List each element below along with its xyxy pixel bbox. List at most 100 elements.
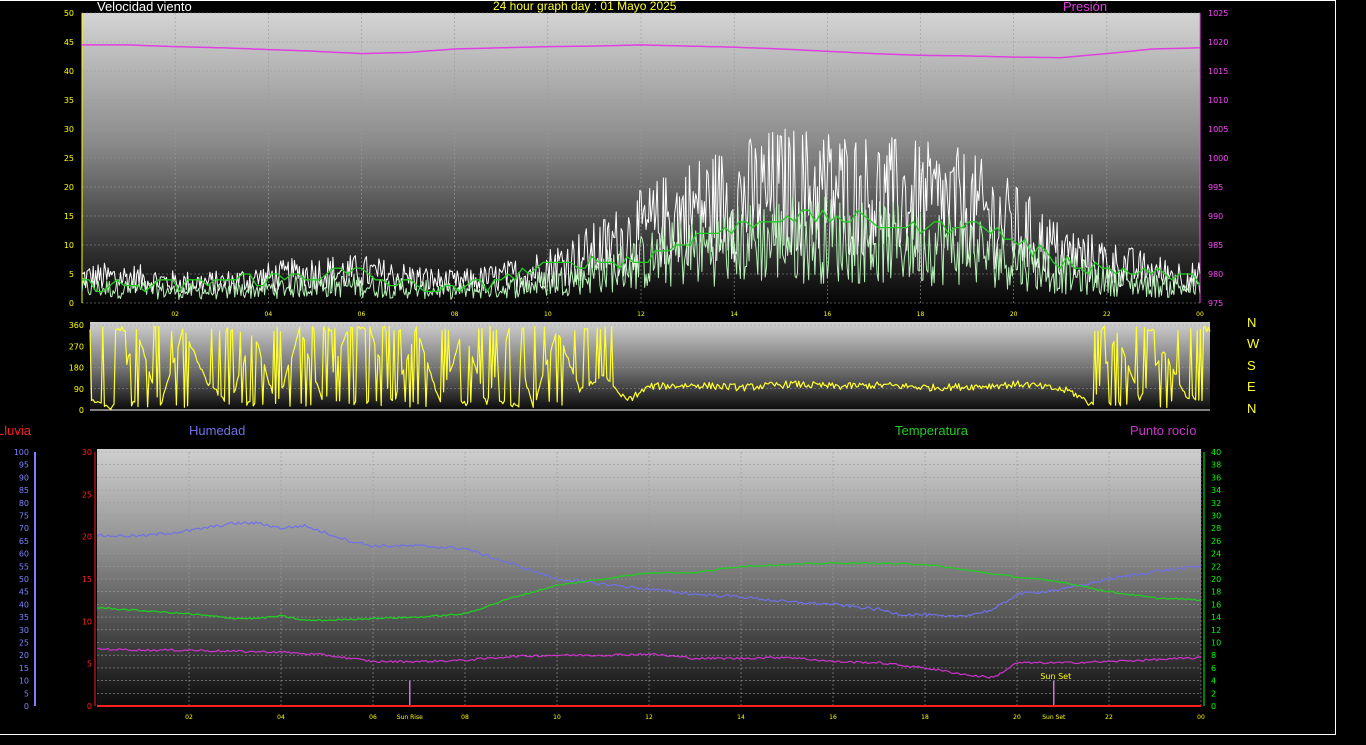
wind-y-tick-label: 5 (69, 270, 74, 279)
pressure-y-tick-label: 985 (1208, 241, 1223, 250)
humidity-y-tick-label: 60 (19, 550, 29, 559)
humidity-y-tick-label: 85 (19, 486, 29, 495)
temperature-y-tick-label: 40 (1211, 448, 1221, 457)
climate-x-tick-label: 00 (1197, 714, 1205, 721)
climate-x-tick-label: 02 (185, 714, 193, 721)
temperature-y-tick-label: 26 (1211, 537, 1221, 546)
direction-y-tick-label: 360 (69, 321, 84, 330)
wind-x-tick-label: 16 (824, 311, 832, 318)
climate-x-tick-label: 12 (645, 714, 653, 721)
temperature-y-tick-label: 34 (1211, 486, 1221, 495)
direction-chart-plot-area (90, 322, 1210, 410)
pressure-y-tick-label: 995 (1208, 183, 1223, 192)
temperature-y-tick-label: 6 (1211, 664, 1216, 673)
wind-x-tick-label: 00 (1196, 311, 1204, 318)
wind-y-tick-label: 10 (64, 241, 74, 250)
rain-y-tick-label: 30 (82, 448, 92, 457)
temperature-y-tick-label: 38 (1211, 461, 1221, 470)
humidity-y-tick-label: 50 (19, 575, 29, 584)
temperature-y-tick-label: 20 (1211, 575, 1221, 584)
humidity-y-tick-label: 35 (19, 613, 29, 622)
wind-x-tick-label: 04 (265, 311, 273, 318)
wind-x-tick-label: 14 (730, 311, 738, 318)
climate-x-tick-label: 08 (461, 714, 469, 721)
temperature-y-tick-label: 4 (1211, 677, 1216, 686)
temperature-y-tick-label: 0 (1211, 702, 1216, 711)
sun-set-x-label: Sun Set (1042, 714, 1066, 721)
humidity-y-tick-label: 25 (19, 639, 29, 648)
humidity-y-tick-label: 40 (19, 600, 29, 609)
pressure-y-tick-label: 1015 (1208, 67, 1228, 76)
temperature-y-tick-label: 18 (1211, 588, 1221, 597)
humidity-y-tick-label: 65 (19, 537, 29, 546)
rain-y-tick-label: 0 (87, 702, 92, 711)
temperature-y-tick-label: 32 (1211, 499, 1221, 508)
charts-canvas: 0510152025303540455097598098599099510001… (14, 9, 1229, 721)
wind-y-tick-label: 30 (64, 125, 74, 134)
direction-y-tick-label: 0 (79, 406, 84, 415)
wind-y-tick-label: 50 (64, 9, 74, 18)
pressure-y-tick-label: 980 (1208, 270, 1223, 279)
wind-x-tick-label: 06 (358, 311, 366, 318)
temperature-y-tick-label: 30 (1211, 512, 1221, 521)
wind-x-tick-label: 02 (171, 311, 179, 318)
wind-y-tick-label: 40 (64, 67, 74, 76)
humidity-y-tick-label: 95 (19, 461, 29, 470)
humidity-y-tick-label: 75 (19, 512, 29, 521)
climate-x-tick-label: 22 (1105, 714, 1113, 721)
wind-y-tick-label: 0 (69, 299, 74, 308)
climate-x-tick-label: 16 (829, 714, 837, 721)
direction-y-tick-label: 180 (69, 364, 84, 373)
humidity-y-tick-label: 70 (19, 524, 29, 533)
humidity-y-tick-label: 30 (19, 626, 29, 635)
climate-x-tick-label: 06 (369, 714, 377, 721)
temperature-y-tick-label: 16 (1211, 600, 1221, 609)
rain-y-tick-label: 20 (82, 533, 92, 542)
wind-x-tick-label: 22 (1103, 311, 1111, 318)
temperature-y-tick-label: 2 (1211, 689, 1216, 698)
direction-y-tick-label: 270 (69, 342, 84, 351)
climate-x-tick-label: 20 (1013, 714, 1021, 721)
temperature-y-tick-label: 36 (1211, 473, 1221, 482)
humidity-y-tick-label: 10 (19, 677, 29, 686)
temperature-y-tick-label: 10 (1211, 639, 1221, 648)
climate-x-tick-label: 04 (277, 714, 285, 721)
wind-y-tick-label: 15 (64, 212, 74, 221)
direction-y-tick-label: 90 (74, 385, 84, 394)
pressure-y-tick-label: 1010 (1208, 96, 1228, 105)
humidity-y-tick-label: 15 (19, 664, 29, 673)
pressure-y-tick-label: 975 (1208, 299, 1223, 308)
rain-y-tick-label: 10 (82, 617, 92, 626)
temperature-y-tick-label: 14 (1211, 613, 1221, 622)
wind-y-tick-label: 35 (64, 96, 74, 105)
humidity-y-tick-label: 100 (14, 448, 29, 457)
pressure-y-tick-label: 1025 (1208, 9, 1228, 18)
humidity-y-tick-label: 80 (19, 499, 29, 508)
climate-x-tick-label: 10 (553, 714, 561, 721)
wind-x-tick-label: 10 (544, 311, 552, 318)
temperature-y-tick-label: 12 (1211, 626, 1221, 635)
sun-set-label: Sun Set (1040, 672, 1071, 681)
pressure-y-tick-label: 1020 (1208, 38, 1228, 47)
humidity-y-tick-label: 90 (19, 473, 29, 482)
wind-x-tick-label: 18 (917, 311, 925, 318)
rain-y-tick-label: 25 (82, 490, 92, 499)
rain-y-tick-label: 15 (82, 575, 92, 584)
humidity-y-tick-label: 55 (19, 562, 29, 571)
pressure-y-tick-label: 1000 (1208, 154, 1228, 163)
temperature-y-tick-label: 22 (1211, 562, 1221, 571)
humidity-y-tick-label: 0 (24, 702, 29, 711)
sun-rise-x-label: Sun Rise (397, 714, 423, 721)
wind-y-tick-label: 20 (64, 183, 74, 192)
wind-x-tick-label: 12 (637, 311, 645, 318)
humidity-y-tick-label: 20 (19, 651, 29, 660)
wind-y-tick-label: 25 (64, 154, 74, 163)
climate-x-tick-label: 18 (921, 714, 929, 721)
wind-x-tick-label: 20 (1010, 311, 1018, 318)
temperature-y-tick-label: 28 (1211, 524, 1221, 533)
pressure-y-tick-label: 990 (1208, 212, 1223, 221)
rain-y-tick-label: 5 (87, 660, 92, 669)
wind-x-tick-label: 08 (451, 311, 459, 318)
humidity-y-tick-label: 5 (24, 689, 29, 698)
temperature-y-tick-label: 8 (1211, 651, 1216, 660)
